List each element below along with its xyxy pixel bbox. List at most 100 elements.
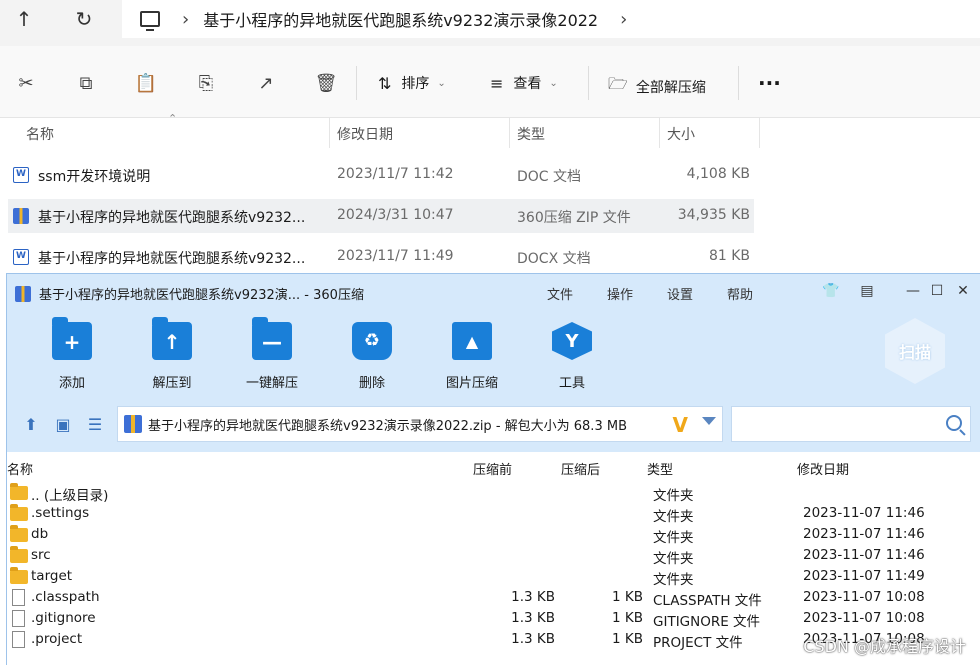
image-compress-label: 图片压缩 bbox=[445, 376, 498, 391]
column-header-name[interactable]: 名称 bbox=[26, 118, 54, 148]
menu-file[interactable]: 文件 bbox=[547, 284, 573, 303]
maximize-icon[interactable]: ☐ bbox=[925, 280, 949, 302]
file-icon bbox=[12, 610, 25, 627]
file-row-selected[interactable]: 基于小程序的异地就医代跑腿系统v9232... 2024/3/31 10:47 … bbox=[8, 199, 754, 233]
file-type: 360压缩 ZIP 文件 bbox=[517, 210, 631, 226]
sort-up-icon: ⌃ bbox=[168, 112, 178, 125]
thumbnail-view-icon[interactable]: ▣ bbox=[53, 415, 73, 434]
column-header-modified[interactable]: 修改日期 bbox=[797, 459, 849, 478]
archive-row[interactable]: .classpath 1.3 KB 1 KB CLASSPATH 文件 2023… bbox=[7, 588, 980, 609]
minimize-icon[interactable]: — bbox=[901, 280, 925, 302]
archive-path-bar[interactable]: 基于小程序的异地就医代跑腿系统v9232演示录像2022.zip - 解包大小为… bbox=[117, 406, 723, 442]
entry-size-before: 1.3 KB bbox=[511, 631, 555, 647]
file-type: DOC 文档 bbox=[517, 169, 582, 185]
breadcrumb[interactable]: › 基于小程序的异地就医代跑腿系统v9232演示录像2022 › bbox=[122, 0, 980, 38]
add-button[interactable]: + 添加 bbox=[27, 317, 117, 392]
v-logo-icon: V bbox=[672, 413, 688, 437]
image-compress-button[interactable]: ▲ 图片压缩 bbox=[427, 322, 517, 392]
search-input[interactable] bbox=[731, 406, 971, 442]
column-header-size[interactable]: 大小 bbox=[667, 118, 695, 148]
file-size: 4,108 KB bbox=[686, 166, 750, 182]
extract-to-button[interactable]: ↑ 解压到 bbox=[127, 317, 217, 392]
word-doc-icon: W bbox=[13, 167, 29, 183]
entry-type: 文件夹 bbox=[653, 551, 694, 567]
image-compress-icon: ▲ bbox=[452, 322, 492, 360]
search-icon[interactable] bbox=[946, 415, 962, 431]
tools-icon: Y bbox=[552, 322, 592, 360]
watermark: CSDN @成承程序设计 bbox=[803, 637, 966, 656]
entry-type: 文件夹 bbox=[653, 488, 694, 504]
entry-modified: 2023-11-07 11:46 bbox=[803, 505, 925, 521]
entry-name: .classpath bbox=[31, 589, 100, 605]
archive-path-text: 基于小程序的异地就医代跑腿系统v9232演示录像2022.zip - 解包大小为… bbox=[148, 418, 627, 434]
list-view-icon[interactable]: ☰ bbox=[85, 415, 105, 434]
rename-icon[interactable]: ⎘ bbox=[195, 72, 217, 94]
file-name: ssm开发环境说明 bbox=[38, 169, 151, 185]
extract-folder-icon: ↑ bbox=[152, 317, 192, 360]
cut-icon[interactable]: ✂ bbox=[15, 72, 37, 94]
view-button[interactable]: ≡ 查看 ⌄ bbox=[490, 73, 558, 93]
archive-row[interactable]: db 文件夹 2023-11-07 11:46 bbox=[7, 525, 980, 546]
sort-button[interactable]: ⇅ 排序 ⌄ bbox=[378, 73, 446, 93]
close-icon[interactable]: ✕ bbox=[951, 280, 975, 302]
entry-modified: 2023-11-07 10:08 bbox=[803, 589, 925, 605]
folder-icon bbox=[10, 567, 28, 584]
zip-window-title: 基于小程序的异地就医代跑腿系统v9232演... - 360压缩 bbox=[15, 284, 364, 303]
archive-row[interactable]: target 文件夹 2023-11-07 11:49 bbox=[7, 567, 980, 588]
archive-row[interactable]: src 文件夹 2023-11-07 11:46 bbox=[7, 546, 980, 567]
entry-name: .settings bbox=[31, 505, 90, 521]
delete-button[interactable]: ♻ 删除 bbox=[327, 322, 417, 392]
file-row[interactable]: W 基于小程序的异地就医代跑腿系统v9232... 2023/11/7 11:4… bbox=[8, 240, 754, 274]
menu-settings[interactable]: 设置 bbox=[667, 284, 693, 303]
column-header-type[interactable]: 类型 bbox=[647, 459, 673, 478]
column-header-after[interactable]: 压缩后 bbox=[561, 459, 600, 478]
scan-button[interactable]: 扫描 bbox=[885, 318, 945, 384]
menu-operation[interactable]: 操作 bbox=[607, 284, 633, 303]
more-options-button[interactable]: ... bbox=[758, 66, 781, 90]
entry-name: src bbox=[31, 547, 51, 563]
entry-size-after: 1 KB bbox=[612, 589, 643, 605]
file-row[interactable]: W ssm开发环境说明 2023/11/7 11:42 DOC 文档 4,108… bbox=[8, 158, 754, 192]
archive-row[interactable]: .gitignore 1.3 KB 1 KB GITIGNORE 文件 2023… bbox=[7, 609, 980, 630]
share-icon[interactable]: ↗ bbox=[255, 72, 277, 94]
sort-icon: ⇅ bbox=[378, 73, 392, 93]
tools-button[interactable]: Y 工具 bbox=[527, 322, 617, 392]
copy-icon[interactable]: ⧉ bbox=[75, 72, 97, 94]
delete-icon[interactable]: 🗑 bbox=[315, 72, 338, 94]
file-modified: 2023/11/7 11:49 bbox=[337, 248, 454, 264]
toolbar-divider bbox=[738, 66, 739, 100]
zip-title-text: 基于小程序的异地就医代跑腿系统v9232演... - 360压缩 bbox=[39, 288, 364, 303]
delete-label: 删除 bbox=[358, 376, 385, 391]
column-header-before[interactable]: 压缩前 bbox=[473, 459, 512, 478]
chevron-right-icon[interactable]: › bbox=[620, 9, 627, 30]
tools-label: 工具 bbox=[558, 376, 585, 391]
extract-all-button[interactable]: 🗁 全部解压缩 bbox=[608, 73, 706, 100]
column-header-name[interactable]: 名称 bbox=[7, 459, 33, 478]
column-divider bbox=[509, 118, 510, 148]
file-size: 81 KB bbox=[708, 248, 750, 264]
breadcrumb-folder[interactable]: 基于小程序的异地就医代跑腿系统v9232演示录像2022 bbox=[203, 7, 598, 31]
recycle-bin-icon: ♻ bbox=[352, 322, 392, 360]
paste-icon[interactable]: 📋 bbox=[135, 72, 157, 94]
skin-icon[interactable]: 👕 bbox=[819, 280, 843, 302]
scan-label: 扫描 bbox=[898, 343, 931, 362]
dropdown-arrow-icon[interactable] bbox=[702, 417, 716, 425]
one-click-extract-button[interactable]: — 一键解压 bbox=[227, 317, 317, 392]
up-arrow-icon[interactable]: ↑ bbox=[2, 0, 46, 38]
column-header-type[interactable]: 类型 bbox=[517, 118, 545, 148]
feedback-icon[interactable]: ▤ bbox=[855, 280, 879, 302]
view-label: 查看 bbox=[513, 76, 542, 92]
archive-row[interactable]: .. (上级目录) 文件夹 bbox=[7, 483, 980, 504]
add-label: 添加 bbox=[58, 376, 85, 391]
file-name: 基于小程序的异地就医代跑腿系统v9232... bbox=[38, 251, 306, 267]
up-level-icon[interactable]: ⬆ bbox=[21, 415, 41, 434]
column-header-modified[interactable]: 修改日期 bbox=[337, 118, 393, 148]
file-modified: 2023/11/7 11:42 bbox=[337, 166, 454, 182]
zip-toolbar-area: 基于小程序的异地就医代跑腿系统v9232演... - 360压缩 文件 操作 设… bbox=[7, 274, 980, 452]
column-divider bbox=[659, 118, 660, 148]
refresh-icon[interactable]: ↻ bbox=[62, 0, 106, 38]
entry-name: .gitignore bbox=[31, 610, 96, 626]
menu-help[interactable]: 帮助 bbox=[727, 284, 753, 303]
entry-size-before: 1.3 KB bbox=[511, 610, 555, 626]
archive-row[interactable]: .settings 文件夹 2023-11-07 11:46 bbox=[7, 504, 980, 525]
